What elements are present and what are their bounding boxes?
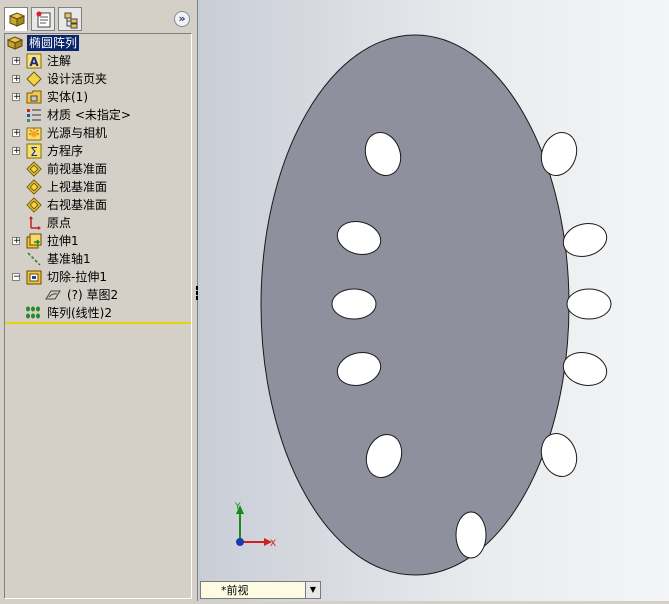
tree-item-top-plane[interactable]: 上视基准面 — [5, 178, 191, 196]
hole[interactable] — [331, 288, 377, 320]
expand-toggle[interactable]: + — [12, 147, 21, 156]
tree-item-label: 设计活页夹 — [47, 72, 108, 86]
expand-toggle[interactable]: + — [12, 57, 21, 66]
tree-item-linear-pattern2[interactable]: 阵列(线性)2 — [5, 304, 191, 322]
solid-bodies-icon — [26, 90, 42, 104]
feature-tree-icon — [8, 12, 26, 27]
collapse-toggle[interactable]: − — [12, 273, 21, 282]
tree-item-annotations[interactable]: + A 注解 — [5, 52, 191, 70]
manager-tab-bar: » — [0, 0, 197, 33]
tree-root[interactable]: 椭圆阵列 — [5, 34, 191, 52]
tree-item-label: 方程序 — [47, 144, 84, 158]
feature-tree: 椭圆阵列 + A 注解 + 设计活页夹 + 实体(1) 材质 <未指定> + 光… — [4, 33, 192, 599]
tree-item-origin[interactable]: 原点 — [5, 214, 191, 232]
tree-item-right-plane[interactable]: 右视基准面 — [5, 196, 191, 214]
expand-toggle[interactable]: + — [12, 93, 21, 102]
hole[interactable] — [560, 219, 611, 261]
hole[interactable] — [566, 288, 612, 320]
tree-item-extrude1[interactable]: + 拉伸1 — [5, 232, 191, 250]
tree-item-lights-cameras[interactable]: + 光源与相机 — [5, 124, 191, 142]
tree-item-front-plane[interactable]: 前视基准面 — [5, 160, 191, 178]
view-dropdown-button[interactable]: ▼ — [305, 582, 320, 598]
svg-text:A: A — [29, 55, 39, 69]
tree-item-equations[interactable]: + Σ 方程序 — [5, 142, 191, 160]
tree-item-label: 拉伸1 — [47, 234, 79, 248]
part-icon — [7, 36, 23, 50]
tree-item-label: 切除-拉伸1 — [47, 270, 107, 284]
tree-item-solid-bodies[interactable]: + 实体(1) — [5, 88, 191, 106]
linear-pattern-icon — [26, 306, 40, 319]
hole[interactable] — [560, 348, 611, 390]
design-binder-icon — [26, 71, 42, 87]
origin-icon — [29, 216, 41, 230]
view-orientation-box[interactable]: *前视 ▼ — [200, 581, 321, 599]
view-triad: Y X — [234, 502, 276, 549]
cut-extrude-icon — [26, 270, 42, 285]
expand-panel-button[interactable]: » — [174, 11, 190, 27]
model-view[interactable]: Y X — [198, 0, 669, 601]
tab-feature-manager[interactable] — [4, 7, 28, 31]
property-manager-icon — [36, 11, 51, 28]
expand-toggle[interactable]: + — [12, 75, 21, 84]
tree-item-label: 实体(1) — [47, 90, 88, 104]
tree-item-label: 基准轴1 — [47, 252, 91, 266]
tree-item-axis1[interactable]: 基准轴1 — [5, 250, 191, 268]
extrude-icon — [26, 233, 42, 249]
tree-item-label: 光源与相机 — [47, 126, 108, 140]
equations-icon: Σ — [26, 143, 42, 159]
tree-item-label: 原点 — [47, 216, 72, 230]
tree-item-design-binder[interactable]: + 设计活页夹 — [5, 70, 191, 88]
plane-icon — [26, 197, 42, 213]
tree-item-label: 阵列(线性)2 — [47, 306, 112, 320]
material-icon — [27, 109, 41, 122]
lights-cameras-icon — [26, 127, 42, 141]
expand-toggle[interactable]: + — [12, 237, 21, 246]
tab-property-manager[interactable] — [31, 7, 55, 31]
rollback-bar[interactable] — [5, 322, 191, 324]
axis-icon — [27, 252, 41, 266]
tree-item-label: 前视基准面 — [47, 162, 108, 176]
configuration-manager-icon — [64, 12, 78, 29]
tree-item-label: 材质 <未指定> — [47, 108, 131, 122]
tab-configuration-manager[interactable] — [58, 7, 82, 31]
triad-y-label: Y — [234, 502, 241, 512]
graphics-viewport[interactable]: Y X — [198, 0, 669, 601]
triad-x-label: X — [270, 539, 276, 549]
tree-item-material[interactable]: 材质 <未指定> — [5, 106, 191, 124]
tree-item-label: (?) 草图2 — [67, 288, 119, 302]
annotations-icon: A — [26, 53, 42, 69]
expand-toggle[interactable]: + — [12, 129, 21, 138]
tree-root-label: 椭圆阵列 — [27, 35, 80, 51]
tree-item-cut-extrude1[interactable]: − 切除-拉伸1 — [5, 268, 191, 286]
tree-item-sketch2[interactable]: (?) 草图2 — [5, 286, 191, 304]
feature-manager-panel: » 椭圆阵列 + A 注解 + 设计活页夹 + 实体(1) 材质 <未指定> +… — [0, 0, 199, 601]
tree-item-label: 上视基准面 — [47, 180, 108, 194]
hole[interactable] — [455, 511, 487, 559]
plane-icon — [26, 179, 42, 195]
elliptical-plate[interactable] — [260, 34, 570, 576]
sketch-icon — [45, 290, 61, 300]
tree-item-label: 注解 — [47, 54, 72, 68]
svg-text:Σ: Σ — [30, 145, 38, 159]
view-name-label: *前视 — [221, 584, 249, 597]
plane-icon — [26, 161, 42, 177]
tree-item-label: 右视基准面 — [47, 198, 108, 212]
